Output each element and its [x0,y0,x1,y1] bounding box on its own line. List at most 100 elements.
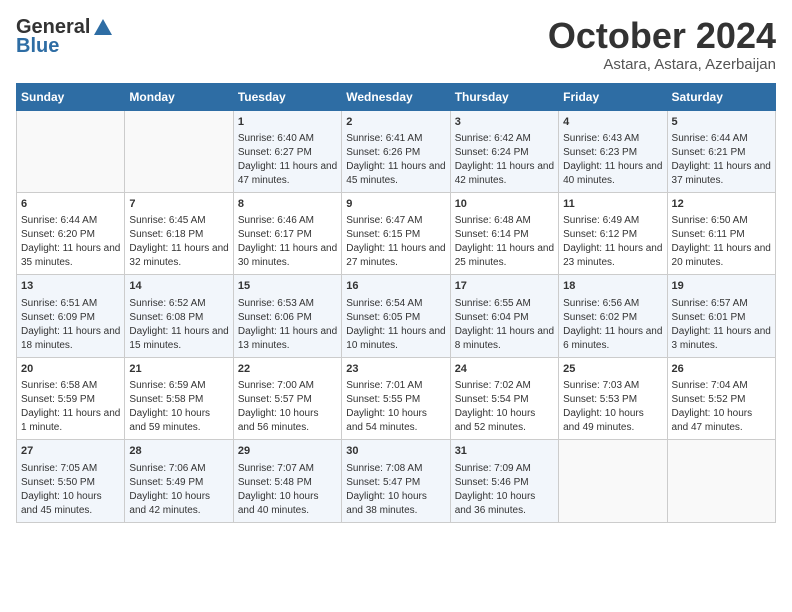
sunset-text: Sunset: 6:24 PM [455,146,554,160]
sunset-text: Sunset: 6:06 PM [238,311,337,325]
sunrise-text: Sunrise: 6:41 AM [346,132,445,146]
day-number: 24 [455,362,554,377]
sunrise-text: Sunrise: 7:05 AM [21,462,120,476]
daylight-text: Daylight: 11 hours and 30 minutes. [238,242,337,270]
week-row-5: 27Sunrise: 7:05 AMSunset: 5:50 PMDayligh… [17,440,776,522]
day-number: 2 [346,115,445,130]
day-cell: 27Sunrise: 7:05 AMSunset: 5:50 PMDayligh… [17,440,125,522]
day-number: 21 [129,362,228,377]
week-row-4: 20Sunrise: 6:58 AMSunset: 5:59 PMDayligh… [17,357,776,439]
daylight-text: Daylight: 11 hours and 25 minutes. [455,242,554,270]
daylight-text: Daylight: 10 hours and 40 minutes. [238,490,337,518]
weekday-header-monday: Monday [125,83,233,110]
daylight-text: Daylight: 10 hours and 49 minutes. [563,407,662,435]
sunset-text: Sunset: 6:26 PM [346,146,445,160]
day-number: 22 [238,362,337,377]
day-cell: 1 Sunrise: 6:40 AMSunset: 6:27 PMDaylight… [233,110,341,192]
sunset-text: Sunset: 6:21 PM [672,146,771,160]
sunrise-text: Sunrise: 7:02 AM [455,379,554,393]
weekday-header-row: SundayMondayTuesdayWednesdayThursdayFrid… [17,83,776,110]
daylight-text: Daylight: 10 hours and 42 minutes. [129,490,228,518]
day-number: 6 [21,197,120,212]
day-number: 11 [563,197,662,212]
day-number: 17 [455,279,554,294]
sunrise-text: Sunrise: 6:52 AM [129,297,228,311]
day-number: 31 [455,444,554,459]
sunset-text: Sunset: 6:04 PM [455,311,554,325]
sunset-text: Sunset: 6:17 PM [238,228,337,242]
sunrise-text: Sunrise: 7:00 AM [238,379,337,393]
sunset-text: Sunset: 5:50 PM [21,476,120,490]
day-number: 14 [129,279,228,294]
day-cell: 17Sunrise: 6:55 AMSunset: 6:04 PMDayligh… [450,275,558,357]
day-number: 9 [346,197,445,212]
month-title: October 2024 [548,16,776,56]
day-cell: 19Sunrise: 6:57 AMSunset: 6:01 PMDayligh… [667,275,775,357]
day-cell: 18Sunrise: 6:56 AMSunset: 6:02 PMDayligh… [559,275,667,357]
day-number: 4 [563,115,662,130]
day-cell: 13Sunrise: 6:51 AMSunset: 6:09 PMDayligh… [17,275,125,357]
sunset-text: Sunset: 6:27 PM [238,146,337,160]
sunset-text: Sunset: 6:15 PM [346,228,445,242]
title-block: October 2024 Astara, Astara, Azerbaijan [548,16,776,73]
daylight-text: Daylight: 11 hours and 23 minutes. [563,242,662,270]
daylight-text: Daylight: 11 hours and 47 minutes. [238,160,337,188]
sunset-text: Sunset: 6:20 PM [21,228,120,242]
day-cell [125,110,233,192]
sunset-text: Sunset: 5:46 PM [455,476,554,490]
day-number: 12 [672,197,771,212]
day-number: 25 [563,362,662,377]
daylight-text: Daylight: 11 hours and 32 minutes. [129,242,228,270]
sunset-text: Sunset: 6:12 PM [563,228,662,242]
daylight-text: Daylight: 11 hours and 42 minutes. [455,160,554,188]
daylight-text: Daylight: 11 hours and 37 minutes. [672,160,771,188]
weekday-header-wednesday: Wednesday [342,83,450,110]
sunrise-text: Sunrise: 6:49 AM [563,214,662,228]
daylight-text: Daylight: 11 hours and 6 minutes. [563,325,662,353]
sunrise-text: Sunrise: 6:40 AM [238,132,337,146]
sunrise-text: Sunrise: 7:01 AM [346,379,445,393]
daylight-text: Daylight: 11 hours and 13 minutes. [238,325,337,353]
week-row-3: 13Sunrise: 6:51 AMSunset: 6:09 PMDayligh… [17,275,776,357]
day-cell: 5Sunrise: 6:44 AMSunset: 6:21 PMDaylight… [667,110,775,192]
day-number: 7 [129,197,228,212]
day-cell: 12Sunrise: 6:50 AMSunset: 6:11 PMDayligh… [667,192,775,274]
day-cell: 21Sunrise: 6:59 AMSunset: 5:58 PMDayligh… [125,357,233,439]
sunrise-text: Sunrise: 6:51 AM [21,297,120,311]
day-number: 16 [346,279,445,294]
day-cell: 31Sunrise: 7:09 AMSunset: 5:46 PMDayligh… [450,440,558,522]
day-number: 3 [455,115,554,130]
day-number: 23 [346,362,445,377]
day-number: 30 [346,444,445,459]
daylight-text: Daylight: 10 hours and 52 minutes. [455,407,554,435]
sunset-text: Sunset: 6:14 PM [455,228,554,242]
sunset-text: Sunset: 6:18 PM [129,228,228,242]
day-number: 28 [129,444,228,459]
day-cell: 3Sunrise: 6:42 AMSunset: 6:24 PMDaylight… [450,110,558,192]
daylight-text: Daylight: 10 hours and 45 minutes. [21,490,120,518]
day-cell: 28Sunrise: 7:06 AMSunset: 5:49 PMDayligh… [125,440,233,522]
page-header: General Blue October 2024 Astara, Astara… [16,16,776,73]
day-cell: 8Sunrise: 6:46 AMSunset: 6:17 PMDaylight… [233,192,341,274]
daylight-text: Daylight: 10 hours and 47 minutes. [672,407,771,435]
day-cell: 15Sunrise: 6:53 AMSunset: 6:06 PMDayligh… [233,275,341,357]
day-number: 19 [672,279,771,294]
location: Astara, Astara, Azerbaijan [548,56,776,73]
daylight-text: Daylight: 11 hours and 1 minute. [21,407,120,435]
sunrise-text: Sunrise: 7:08 AM [346,462,445,476]
day-cell: 16Sunrise: 6:54 AMSunset: 6:05 PMDayligh… [342,275,450,357]
day-cell: 25Sunrise: 7:03 AMSunset: 5:53 PMDayligh… [559,357,667,439]
day-number: 1 [238,115,337,130]
sunrise-text: Sunrise: 6:44 AM [672,132,771,146]
sunrise-text: Sunrise: 7:09 AM [455,462,554,476]
day-number: 20 [21,362,120,377]
sunset-text: Sunset: 5:48 PM [238,476,337,490]
sunrise-text: Sunrise: 6:53 AM [238,297,337,311]
day-number: 18 [563,279,662,294]
daylight-text: Daylight: 11 hours and 20 minutes. [672,242,771,270]
day-cell [17,110,125,192]
daylight-text: Daylight: 11 hours and 18 minutes. [21,325,120,353]
sunset-text: Sunset: 6:09 PM [21,311,120,325]
sunset-text: Sunset: 5:52 PM [672,393,771,407]
daylight-text: Daylight: 11 hours and 15 minutes. [129,325,228,353]
